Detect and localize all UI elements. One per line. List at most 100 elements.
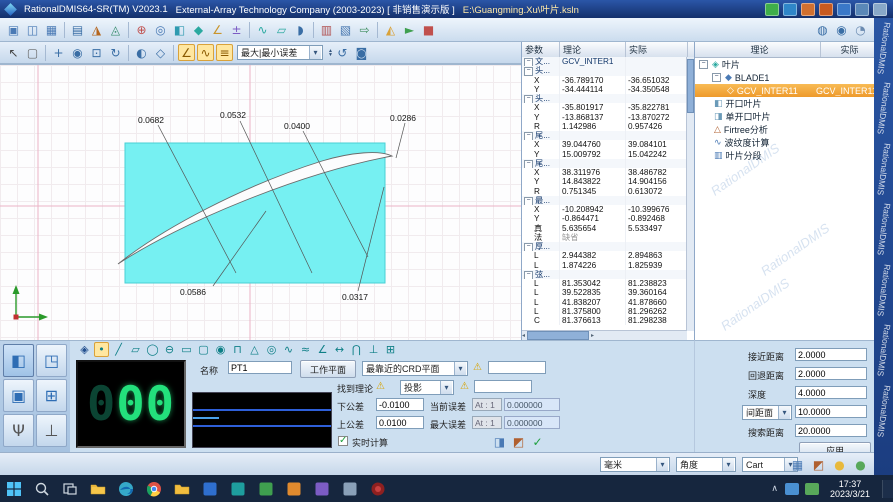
- measure-row[interactable]: −尾...: [522, 159, 687, 168]
- graphics-viewport[interactable]: 0.06820.05320.04000.02860.05860.0317: [0, 64, 521, 341]
- cone-tool-icon[interactable]: △: [247, 342, 262, 357]
- measure-row[interactable]: −最...: [522, 196, 687, 205]
- nearest-crd-dropdown[interactable]: 最靠近的CRD平面: [362, 361, 468, 376]
- shaded-view-icon[interactable]: ◐: [133, 44, 150, 61]
- tree-item[interactable]: ◧开口叶片: [695, 97, 874, 110]
- surface-icon[interactable]: ▱: [273, 21, 290, 38]
- calc-icon[interactable]: [783, 3, 797, 16]
- edit-result-icon[interactable]: ◨: [491, 433, 508, 450]
- taskview-taskbar-icon[interactable]: [56, 475, 84, 502]
- tree-filter-icon[interactable]: ◔: [852, 21, 869, 38]
- edge-taskbar-icon[interactable]: [112, 475, 140, 502]
- app-blue-taskbar-icon[interactable]: [196, 475, 224, 502]
- notification-center-icon[interactable]: [882, 480, 893, 498]
- tree-item[interactable]: △Firtree分析: [695, 123, 874, 136]
- tolerance-icon[interactable]: ±: [228, 21, 245, 38]
- measure-row[interactable]: X38.31197638.486782: [522, 168, 687, 177]
- measure-row[interactable]: Y-34.444114-34.350548: [522, 85, 687, 94]
- measure-row[interactable]: R0.7513450.613072: [522, 187, 687, 196]
- dimension-icon[interactable]: ∠: [209, 21, 226, 38]
- sphere-tool-icon[interactable]: ◉: [213, 342, 228, 357]
- measure-row[interactable]: C81.37661381.298238: [522, 316, 687, 325]
- measure-row[interactable]: −文...GCV_INTER1: [522, 57, 687, 66]
- open-file-icon[interactable]: ◫: [24, 21, 41, 38]
- tree-item[interactable]: −◆BLADE1: [695, 71, 874, 84]
- angle-dropdown[interactable]: 角度: [676, 457, 736, 472]
- measure-row[interactable]: L39.52283539.360164: [522, 288, 687, 297]
- tree-actual-icon[interactable]: ◉: [833, 21, 850, 38]
- rotate-cube-button[interactable]: ◳: [36, 344, 67, 377]
- cylinder-tool-icon[interactable]: ⊓: [230, 342, 245, 357]
- probe-param-input[interactable]: [795, 405, 867, 418]
- tree-expander-icon[interactable]: −: [699, 60, 708, 69]
- tree-expander-icon[interactable]: −: [712, 73, 721, 82]
- help-icon[interactable]: [873, 3, 887, 16]
- measure-hscrollbar[interactable]: ◂▸: [522, 330, 687, 340]
- probe-a-button[interactable]: Ψ: [3, 414, 34, 447]
- measure-row[interactable]: −厚...: [522, 242, 687, 251]
- measure-row[interactable]: L41.83820741.878660: [522, 298, 687, 307]
- circle-tool-icon[interactable]: ◯: [145, 342, 160, 357]
- measure-row[interactable]: X-35.801917-35.822781: [522, 103, 687, 112]
- chrome-taskbar-icon[interactable]: [140, 475, 168, 502]
- col-theory[interactable]: 理论: [560, 42, 626, 57]
- marquee-select-icon[interactable]: ▢: [24, 44, 41, 61]
- probe-param-input[interactable]: [795, 367, 867, 380]
- deviation-toggle-icon[interactable]: ∿: [197, 44, 214, 61]
- tray-chevron-icon[interactable]: ∧: [771, 483, 778, 494]
- search-taskbar-icon[interactable]: [28, 475, 56, 502]
- report-icon[interactable]: ▥: [318, 21, 335, 38]
- run-icon[interactable]: ►: [401, 21, 418, 38]
- tree-theory-icon[interactable]: ◍: [814, 21, 831, 38]
- measure-row[interactable]: Y-13.868137-13.870272: [522, 113, 687, 122]
- point-tool-icon[interactable]: •: [94, 342, 109, 357]
- projection-dropdown[interactable]: 投影: [400, 380, 454, 395]
- measure-row[interactable]: R1.1429860.957426: [522, 122, 687, 131]
- upper-tol-input[interactable]: [376, 416, 424, 429]
- pattern-tool-icon[interactable]: ⊞: [383, 342, 398, 357]
- title-bar[interactable]: RationalDMIS64-SR(TM) V2023.1 External-A…: [0, 0, 893, 18]
- select-pointer-icon[interactable]: ↖: [5, 44, 22, 61]
- measure-row[interactable]: −尾...: [522, 131, 687, 140]
- folder-taskbar-icon[interactable]: [168, 475, 196, 502]
- export-icon[interactable]: ⇨: [356, 21, 373, 38]
- measure-row[interactable]: X39.04476039.084101: [522, 140, 687, 149]
- collapse-box-icon[interactable]: −: [524, 271, 533, 279]
- distance-tool-icon[interactable]: ↔: [332, 342, 347, 357]
- aux-field[interactable]: [488, 361, 546, 374]
- confirm-icon[interactable]: ✓: [529, 433, 546, 450]
- start-taskbar-icon[interactable]: [0, 475, 28, 502]
- save-icon[interactable]: ▦: [43, 21, 60, 38]
- palette-icon[interactable]: ◩: [810, 456, 827, 473]
- measure-row[interactable]: Y-0.864471-0.892468: [522, 214, 687, 223]
- project-tool-icon[interactable]: ⊥: [366, 342, 381, 357]
- feature-name-input[interactable]: [228, 361, 292, 374]
- measure-row[interactable]: 法缺省: [522, 233, 687, 242]
- line-tool-icon[interactable]: ╱: [111, 342, 126, 357]
- measure-row[interactable]: −弦...: [522, 270, 687, 279]
- coordinate-icon[interactable]: ⊕: [133, 21, 150, 38]
- auto-feature-icon[interactable]: ◈: [77, 342, 92, 357]
- measure-row[interactable]: X-36.789170-36.651032: [522, 76, 687, 85]
- collapse-box-icon[interactable]: −: [524, 160, 533, 168]
- tree-item[interactable]: ∿波纹度计算: [695, 136, 874, 149]
- snapshot-icon[interactable]: ◙: [353, 44, 370, 61]
- view-cube-button[interactable]: ◧: [3, 344, 34, 377]
- probe-param-input[interactable]: [795, 386, 867, 399]
- measure-row[interactable]: Y15.00979215.042242: [522, 150, 687, 159]
- curve-tool-icon[interactable]: ∿: [281, 342, 296, 357]
- monitor-icon[interactable]: [837, 3, 851, 16]
- curve-icon[interactable]: ∿: [254, 21, 271, 38]
- intersect-tool-icon[interactable]: ⋂: [349, 342, 364, 357]
- feature-icon[interactable]: ◆: [190, 21, 207, 38]
- measure-row[interactable]: 真5.6356545.533497: [522, 224, 687, 233]
- spacing-plane-dropdown[interactable]: 间距面: [742, 405, 792, 420]
- col-actual[interactable]: 实际: [626, 42, 688, 57]
- machine-icon[interactable]: ▤: [69, 21, 86, 38]
- pan-icon[interactable]: +: [50, 44, 67, 61]
- workplane-button[interactable]: 工作平面: [300, 360, 356, 378]
- measure-row[interactable]: −头...: [522, 94, 687, 103]
- machine-view-button[interactable]: ▣: [3, 379, 34, 412]
- hammer-icon[interactable]: [819, 3, 833, 16]
- app-purple-taskbar-icon[interactable]: [308, 475, 336, 502]
